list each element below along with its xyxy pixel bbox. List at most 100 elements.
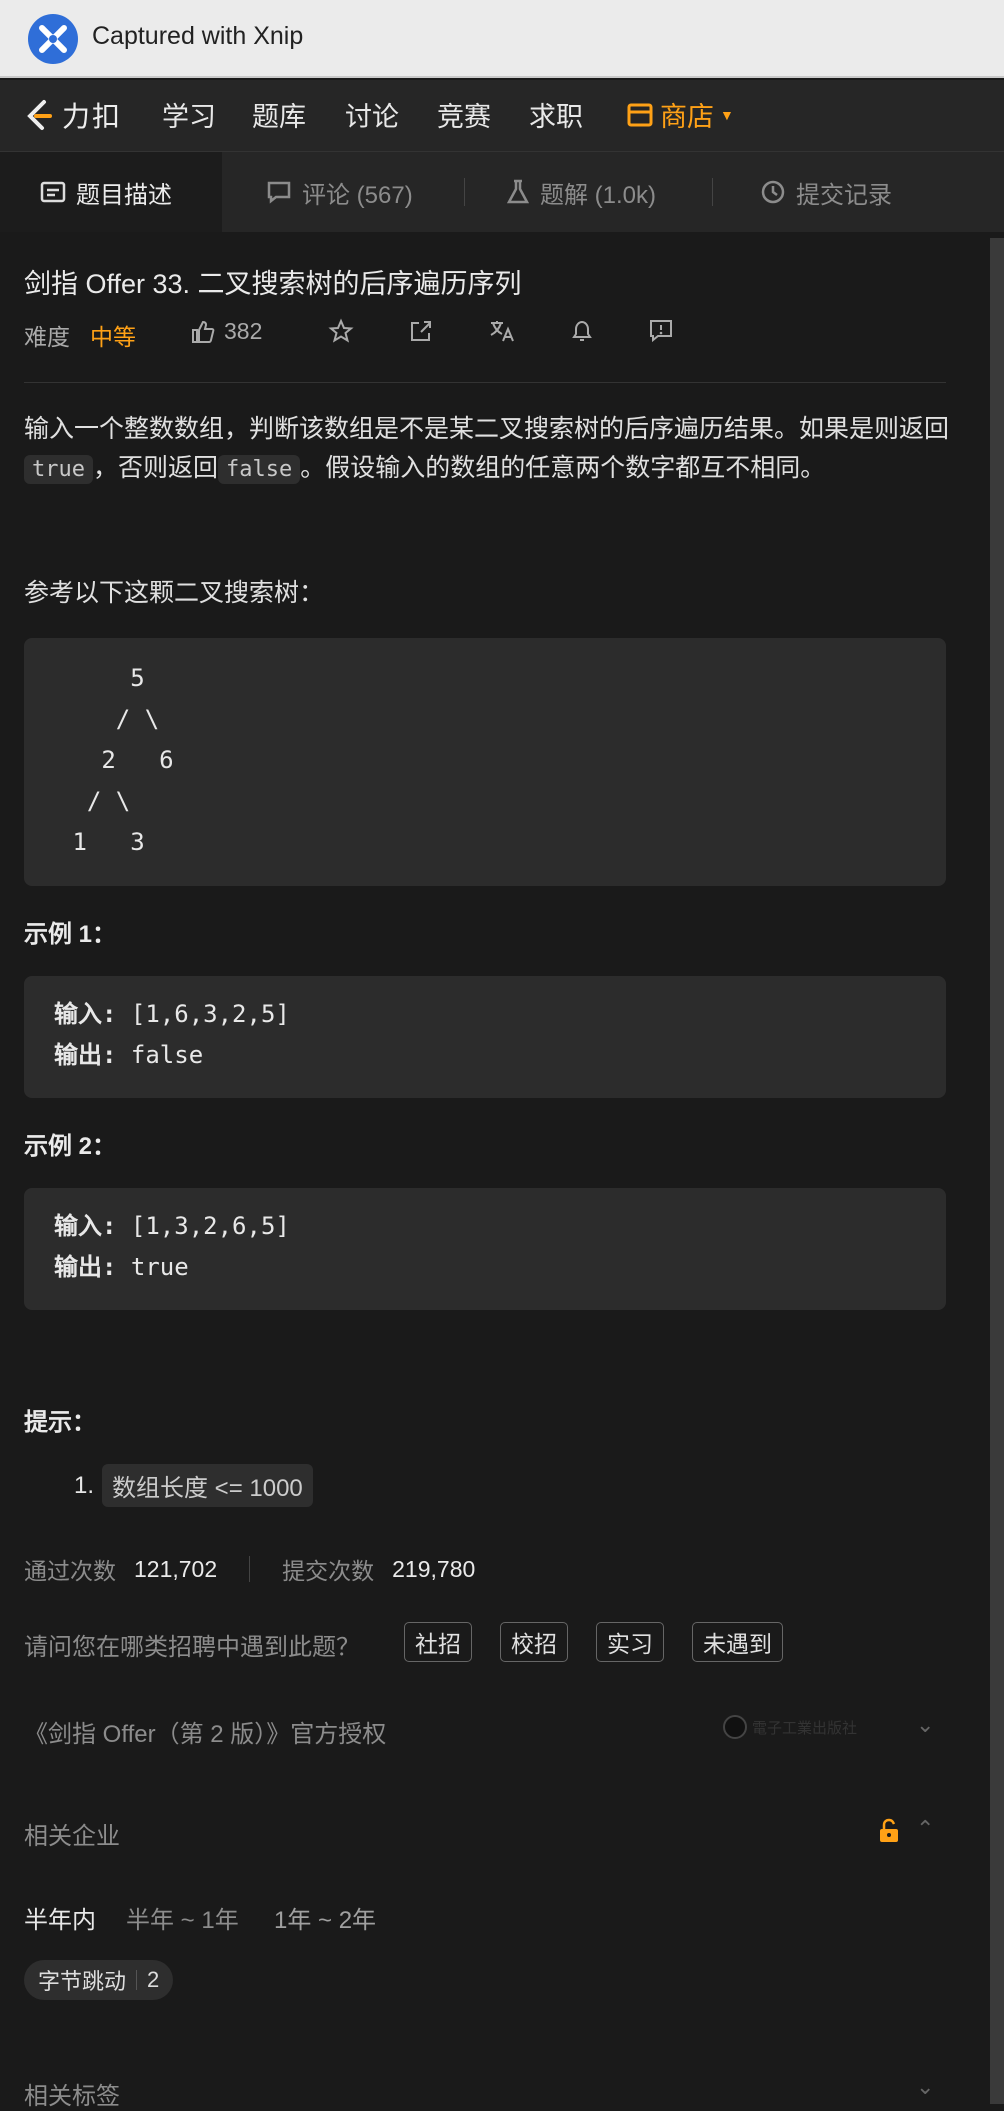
tab-solutions-label: 题解 (1.0k) [540, 181, 657, 209]
survey-option-intern[interactable]: 实习 [596, 1622, 664, 1662]
hint-item: 1. 数组长度 <= 1000 [74, 1464, 313, 1507]
license-expand-icon[interactable]: ⌄ [916, 1712, 934, 1738]
translate-button[interactable] [488, 318, 516, 344]
nav-jobs[interactable]: 求职 [529, 95, 583, 134]
leetcode-logo-icon [27, 100, 52, 130]
example2-output-label: 输出: [54, 1253, 131, 1281]
difficulty-label: 难度 [24, 324, 70, 350]
desc-text: 。假设输入的数组的任意两个数字都互不相同。 [300, 454, 826, 482]
period-half-year[interactable]: 半年内 [24, 1900, 96, 1935]
example2-input-label: 输入: [54, 1212, 131, 1240]
tab-comments[interactable]: 评论 (567) [266, 152, 413, 232]
store-icon [627, 103, 653, 126]
capture-titlebar: Captured with Xnip [0, 0, 1004, 78]
like-count: 382 [224, 318, 263, 344]
desc-text: 输入一个整数数组，判断该数组是不是某二叉搜索树的后序遍历结果。如果是则返回 [24, 415, 950, 443]
publisher-logo: 電子工業出版社 [722, 1712, 858, 1742]
tree-intro: 参考以下这颗二叉搜索树： [24, 579, 325, 607]
scrollbar[interactable] [990, 238, 1004, 2104]
store-label: 商店 [660, 102, 714, 132]
hint-title: 提示： [24, 1409, 96, 1436]
companies-collapse-icon[interactable]: ⌃ [916, 1816, 934, 1842]
feedback-button[interactable] [648, 318, 674, 344]
tab-comments-label: 评论 (567) [302, 181, 413, 209]
publisher-name: 電子工業出版社 [752, 1718, 858, 1737]
stats-divider [249, 1556, 251, 1582]
hint-number: 1. [74, 1471, 95, 1499]
example1-input-label: 输入: [54, 1000, 131, 1028]
share-button[interactable] [408, 318, 434, 344]
nav-contest[interactable]: 竞赛 [437, 95, 491, 134]
tab-submissions[interactable]: 提交记录 [760, 152, 892, 232]
star-icon [328, 318, 354, 343]
top-navigation: 力扣 学习 题库 讨论 竞赛 求职 商店 ▼ [0, 80, 1004, 152]
nav-store[interactable]: 商店 ▼ [626, 95, 734, 134]
nav-learn[interactable]: 学习 [162, 95, 216, 134]
survey-option-social[interactable]: 社招 [404, 1622, 472, 1662]
tags-title[interactable]: 相关标签 [24, 2076, 120, 2111]
period-one-to-two[interactable]: 1年 ~ 2年 [274, 1900, 376, 1935]
license-text[interactable]: 《剑指 Offer（第 2 版）》官方授权 [24, 1714, 386, 1749]
problem-tabbar: 题目描述 评论 (567) 题解 (1.0k) 提交记录 [0, 152, 1004, 232]
translate-icon [490, 321, 514, 342]
tab-solutions[interactable]: 题解 (1.0k) [506, 152, 656, 232]
hint-text: 数组长度 <= 1000 [102, 1464, 313, 1507]
tags-expand-icon[interactable]: ⌄ [916, 2074, 934, 2100]
clock-icon [761, 180, 785, 204]
tab-submissions-label: 提交记录 [796, 181, 892, 209]
comment-icon [267, 181, 291, 204]
nav-discuss[interactable]: 讨论 [345, 95, 399, 134]
tab-divider [464, 178, 465, 206]
tab-description-label: 题目描述 [76, 181, 172, 209]
favorite-button[interactable] [328, 318, 354, 344]
bell-icon [572, 320, 592, 341]
brand-name: 力扣 [62, 101, 123, 132]
example2-output: true [130, 1253, 189, 1281]
submitted-count: 219,780 [392, 1555, 476, 1582]
survey-option-campus[interactable]: 校招 [500, 1622, 568, 1662]
example1-block: 输入: [1,6,3,2,5] 输出: false [24, 976, 946, 1098]
company-count: 2 [147, 1967, 160, 1992]
company-divider [136, 1970, 138, 1990]
caret-down-icon: ▼ [720, 106, 734, 123]
desc-text: ，否则返回 [92, 454, 218, 482]
inline-code-true: true [24, 455, 93, 484]
example2-block: 输入: [1,3,2,6,5] 输出: true [24, 1188, 946, 1310]
header-divider [24, 382, 946, 383]
capture-title: Captured with Xnip [92, 22, 304, 50]
example2-title: 示例 2： [24, 1133, 117, 1160]
example1-output: false [130, 1041, 204, 1069]
example1-output-label: 输出: [54, 1041, 131, 1069]
example1-title: 示例 1： [24, 921, 117, 948]
thumbs-up-icon [192, 320, 215, 343]
survey-question: 请问您在哪类招聘中遇到此题？ [24, 1634, 360, 1661]
tab-divider [712, 178, 713, 206]
period-half-to-one[interactable]: 半年 ~ 1年 [126, 1900, 239, 1935]
problem-content [0, 232, 990, 2104]
leetcode-logo[interactable]: 力扣 [22, 92, 122, 138]
problem-description: 输入一个整数数组，判断该数组是不是某二叉搜索树的后序遍历结果。如果是则返回 tru… [24, 410, 954, 489]
publisher-seal-icon [723, 1715, 747, 1739]
submitted-label: 提交次数 [282, 1558, 375, 1584]
share-icon [411, 321, 431, 341]
accepted-label: 通过次数 [24, 1558, 116, 1584]
unlock-icon[interactable] [878, 1818, 900, 1849]
submission-stats: 通过次数 121,702 提交次数 219,780 [24, 1552, 475, 1586]
accepted-count: 121,702 [134, 1555, 218, 1582]
flask-icon [506, 179, 530, 204]
description-icon [40, 181, 66, 203]
survey-option-none[interactable]: 未遇到 [692, 1622, 783, 1662]
like-button[interactable]: 382 [190, 318, 262, 345]
companies-title[interactable]: 相关企业 [24, 1816, 120, 1851]
feedback-icon [650, 320, 672, 343]
difficulty-value: 中等 [90, 324, 136, 350]
company-name: 字节跳动 [38, 1969, 127, 1994]
tree-diagram: 5 / \ 2 6 / \ 1 3 [24, 638, 946, 886]
difficulty: 难度 中等 [24, 318, 136, 352]
company-tag[interactable]: 字节跳动 2 [24, 1960, 174, 2000]
nav-problems[interactable]: 题库 [252, 95, 306, 134]
tab-description[interactable]: 题目描述 [0, 152, 222, 232]
notify-button[interactable] [570, 318, 594, 344]
xnip-logo-icon [28, 14, 78, 64]
problem-title: 剑指 Offer 33. 二叉搜索树的后序遍历序列 [24, 269, 522, 299]
